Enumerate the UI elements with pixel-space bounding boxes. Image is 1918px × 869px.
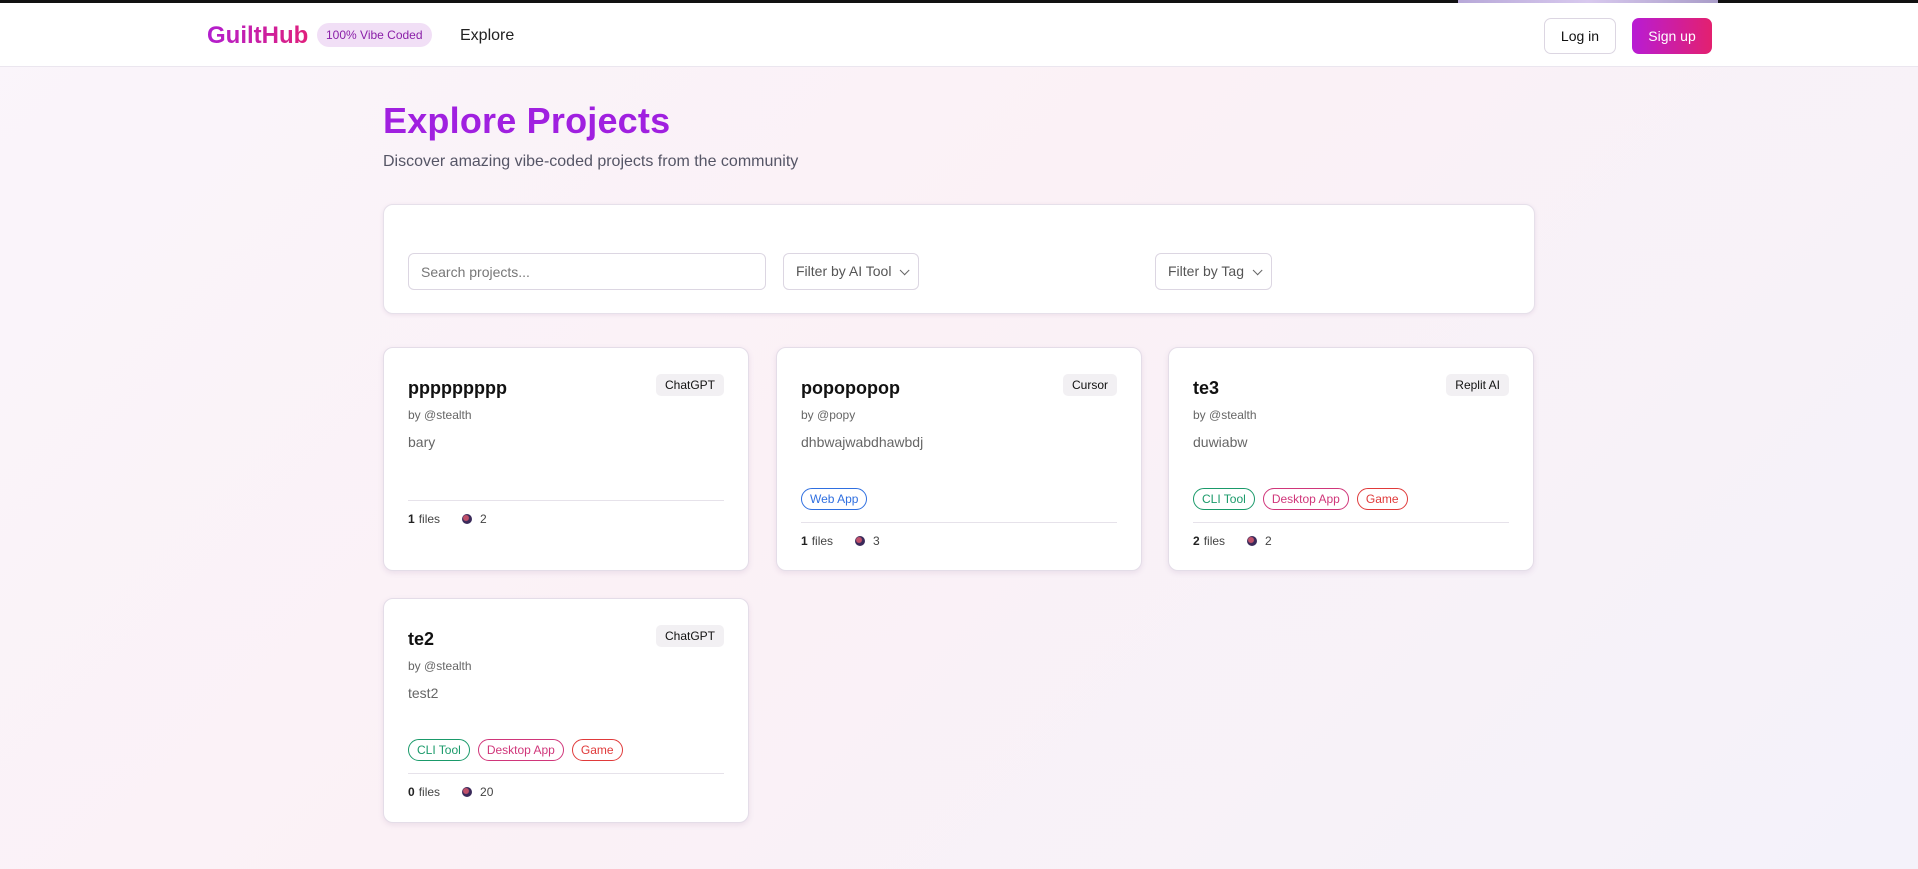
tag-badge[interactable]: Game — [571, 739, 623, 761]
project-card[interactable]: te3 Replit AI by @stealth duwiabw CLI To… — [1168, 347, 1534, 571]
project-card[interactable]: popopopop Cursor by @popy dhbwajwabdhawb… — [776, 347, 1142, 571]
tag-list: CLI Tool Desktop App Game — [408, 739, 623, 761]
files-count: 1 — [801, 534, 808, 548]
tag-badge[interactable]: Desktop App — [1262, 488, 1349, 510]
signup-button[interactable]: Sign up — [1632, 18, 1712, 54]
tag-badge[interactable]: CLI Tool — [1193, 488, 1255, 510]
project-author: by @stealth — [408, 659, 472, 673]
ai-tool-badge: ChatGPT — [655, 625, 724, 647]
login-button[interactable]: Log in — [1544, 18, 1616, 54]
project-title[interactable]: te2 — [408, 629, 434, 650]
ai-tool-badge: ChatGPT — [655, 374, 724, 396]
project-description: duwiabw — [1193, 434, 1248, 450]
tag-filter-select[interactable]: Filter by Tag — [1155, 253, 1272, 290]
nav-explore-link[interactable]: Explore — [460, 27, 514, 45]
logo[interactable]: GuiltHub — [207, 22, 308, 50]
files-label: files — [811, 534, 834, 548]
views-icon — [462, 787, 473, 797]
project-stats: 1 files 3 — [801, 534, 880, 548]
project-description: dhbwajwabdhawbdj — [801, 434, 924, 450]
files-label: files — [418, 512, 441, 526]
tag-badge[interactable]: Web App — [801, 488, 868, 510]
views-icon — [1247, 536, 1258, 546]
vibe-coded-badge: 100% Vibe Coded — [317, 23, 432, 47]
project-stats: 1 files 2 — [408, 512, 487, 526]
files-label: files — [418, 785, 441, 799]
views-count: 3 — [873, 534, 880, 548]
project-card[interactable]: te2 ChatGPT by @stealth test2 CLI Tool D… — [383, 598, 749, 823]
project-author: by @stealth — [1193, 408, 1257, 422]
project-title[interactable]: te3 — [1193, 378, 1219, 399]
chevron-down-icon — [1252, 265, 1263, 276]
page-subtitle: Discover amazing vibe-coded projects fro… — [383, 153, 799, 170]
tag-list: Web App — [801, 488, 868, 510]
project-author: by @stealth — [408, 408, 472, 422]
project-title[interactable]: ppppppppp — [408, 378, 507, 399]
project-card[interactable]: ppppppppp ChatGPT by @stealth bary 1 fil… — [383, 347, 749, 571]
ai-tool-filter-label: Filter by AI Tool — [796, 263, 892, 279]
card-divider — [408, 773, 724, 774]
page-title: Explore Projects — [383, 100, 671, 141]
files-count: 0 — [408, 785, 415, 799]
search-input[interactable] — [408, 253, 766, 290]
views-icon — [462, 514, 473, 524]
project-author: by @popy — [801, 408, 856, 422]
site-header: GuiltHub 100% Vibe Coded Explore Log in … — [0, 3, 1918, 67]
card-divider — [1193, 522, 1509, 523]
project-description: bary — [408, 434, 436, 450]
files-count: 2 — [1193, 534, 1200, 548]
views-count: 2 — [480, 512, 487, 526]
files-label: files — [1203, 534, 1226, 548]
project-title[interactable]: popopopop — [801, 378, 900, 399]
tag-list: CLI Tool Desktop App Game — [1193, 488, 1408, 510]
views-count: 2 — [1265, 534, 1272, 548]
views-icon — [855, 536, 866, 546]
project-description: test2 — [408, 685, 439, 701]
card-divider — [801, 522, 1117, 523]
tag-badge[interactable]: Game — [1356, 488, 1408, 510]
project-stats: 0 files 20 — [408, 785, 493, 799]
views-count: 20 — [480, 785, 494, 799]
ai-tool-badge: Replit AI — [1446, 374, 1509, 396]
ai-tool-filter-select[interactable]: Filter by AI Tool — [783, 253, 920, 290]
tag-filter-label: Filter by Tag — [1168, 263, 1244, 279]
filter-panel: Filter by AI Tool Filter by Tag — [383, 204, 1535, 314]
chevron-down-icon — [900, 265, 911, 276]
tag-badge[interactable]: Desktop App — [477, 739, 564, 761]
tag-badge[interactable]: CLI Tool — [408, 739, 470, 761]
card-divider — [408, 500, 724, 501]
ai-tool-badge: Cursor — [1062, 374, 1117, 396]
project-stats: 2 files 2 — [1193, 534, 1272, 548]
files-count: 1 — [408, 512, 415, 526]
